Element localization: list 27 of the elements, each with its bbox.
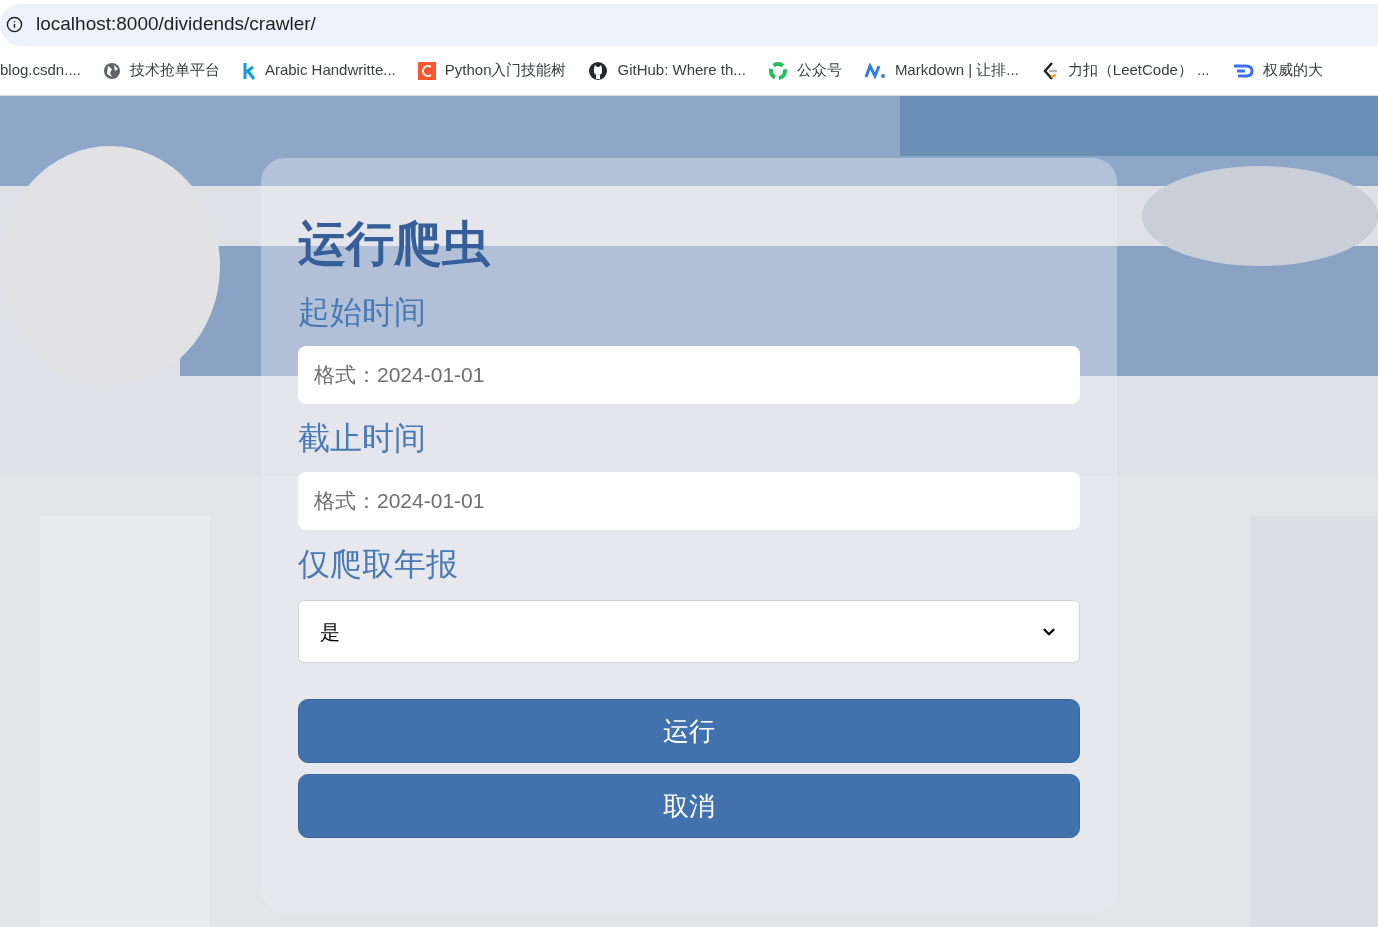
bookmark[interactable]: Markdown | 让排...: [863, 59, 1019, 82]
date-input[interactable]: 格式：2024-01-01: [298, 346, 1080, 404]
bookmark[interactable]: Python入门技能树: [417, 59, 567, 82]
bookmark[interactable]: 公众号: [767, 59, 842, 82]
select-field[interactable]: 是: [298, 600, 1080, 663]
c-logo-icon: [417, 61, 436, 80]
address-bar[interactable]: localhost:8000/dividends/crawler/: [0, 3, 1378, 46]
url-text: localhost:8000/dividends/crawler/: [36, 12, 316, 37]
wave-logo-icon: [863, 62, 886, 79]
bookmark[interactable]: 力扣（LeetCode） ...: [1040, 59, 1210, 82]
action-button[interactable]: 取消: [298, 774, 1080, 838]
bookmark[interactable]: GitHub: Where th...: [588, 59, 746, 82]
field-label: 起始时间: [298, 293, 427, 332]
action-button[interactable]: 运行: [298, 699, 1080, 763]
info-icon[interactable]: [5, 16, 23, 33]
globe-icon: [102, 61, 121, 80]
ring-logo-icon: [767, 60, 788, 81]
form-title: 运行爬虫: [298, 216, 492, 272]
k-logo-icon: [241, 61, 256, 80]
bookmark[interactable]: 技术抢单平台: [102, 59, 220, 82]
bookmark[interactable]: blog.csdn....: [0, 59, 81, 82]
field-label: 仅爬取年报: [298, 545, 459, 584]
date-input[interactable]: 格式：2024-01-01: [298, 472, 1080, 530]
field-label: 截止时间: [298, 419, 427, 458]
bookmark[interactable]: 权威的大: [1231, 59, 1323, 82]
bookmark[interactable]: Arabic Handwritte...: [241, 59, 396, 82]
d-logo-icon: [1231, 62, 1254, 79]
